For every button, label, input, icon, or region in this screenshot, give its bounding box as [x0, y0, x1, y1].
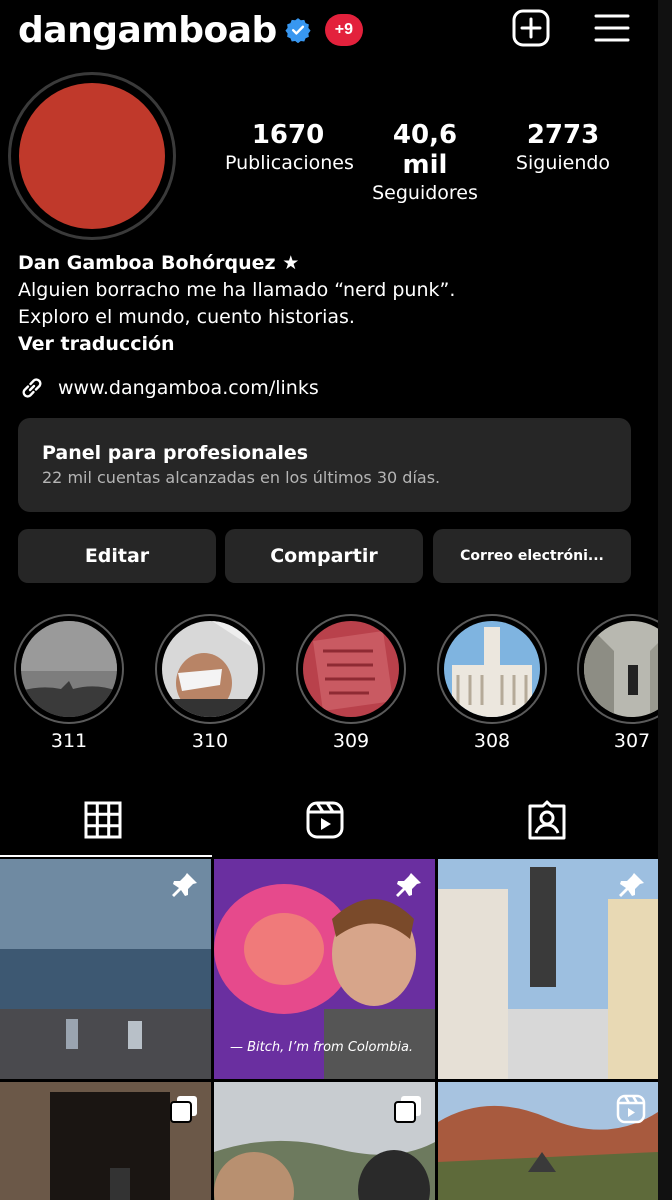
pin-icon [172, 873, 197, 897]
highlight-label: 310 [191, 730, 229, 752]
email-button[interactable]: Correo electróni... [433, 529, 631, 583]
following-count-value: 2773 [526, 120, 600, 150]
posts-count-label: Publicaciones [225, 152, 354, 174]
professional-dashboard-title: Panel para profesionales [42, 442, 309, 464]
posts-count-value: 1670 [251, 120, 325, 150]
reel-icon [616, 1094, 646, 1124]
highlight-thumbnail [162, 621, 258, 717]
profile-link-text: www.dangamboa.com/links [58, 377, 319, 399]
highlight-ring [296, 614, 406, 724]
highlight-thumbnail [444, 621, 540, 717]
following-count[interactable]: 2773 Siguiendo [508, 120, 618, 174]
story-highlight[interactable]: 309 [296, 614, 406, 752]
tagged-icon[interactable] [527, 800, 567, 840]
post-thumbnail[interactable] [0, 859, 211, 1079]
avatar[interactable] [8, 72, 176, 240]
edit-profile-button[interactable]: Editar [18, 529, 216, 583]
story-highlight[interactable]: 310 [155, 614, 265, 752]
post-thumbnail[interactable] [214, 1082, 435, 1200]
highlight-label: 308 [473, 730, 511, 752]
highlight-ring [577, 614, 658, 724]
followers-count[interactable]: 40,6 mil Seguidores [366, 120, 484, 204]
highlight-thumbnail [303, 621, 399, 717]
active-tab-indicator [0, 855, 212, 857]
story-highlight[interactable]: 308 [437, 614, 547, 752]
followers-count-value: 40,6 mil [392, 120, 458, 180]
display-name: Dan Gamboa Bohórquez ★ [18, 252, 300, 274]
post-caption: — Bitch, I’m from Colombia. [230, 1040, 414, 1055]
followers-count-label: Seguidores [372, 182, 478, 204]
bio-line-1: Alguien borracho me ha llamado “nerd pun… [18, 279, 456, 301]
profile-link[interactable]: www.dangamboa.com/links [18, 374, 319, 402]
following-count-label: Siguiendo [515, 152, 611, 174]
hamburger-menu-icon[interactable] [592, 8, 632, 48]
link-icon [22, 378, 42, 398]
highlight-thumbnail [21, 621, 117, 717]
highlight-ring [14, 614, 124, 724]
notification-badge[interactable]: +9 [324, 14, 363, 46]
grid-icon[interactable] [83, 800, 123, 840]
see-translation-link[interactable]: Ver traducción [18, 331, 638, 358]
highlight-label: 311 [50, 730, 88, 752]
highlight-ring [155, 614, 265, 724]
post-thumbnail[interactable] [0, 1082, 211, 1200]
verified-icon [285, 18, 311, 43]
story-highlight[interactable]: 307 [577, 614, 658, 752]
highlight-label: 307 [613, 730, 651, 752]
add-post-icon[interactable] [511, 8, 551, 48]
highlight-ring [437, 614, 547, 724]
share-profile-button[interactable]: Compartir [225, 529, 423, 583]
post-thumbnail[interactable]: — Bitch, I’m from Colombia. [214, 859, 435, 1079]
username-title[interactable]: dangamboab [18, 10, 277, 51]
pin-icon [619, 873, 644, 897]
post-thumbnail[interactable] [438, 1082, 658, 1200]
profile-header: dangamboab +9 [18, 8, 658, 52]
professional-dashboard-subtitle: 22 mil cuentas alcanzadas en los últimos… [42, 468, 441, 487]
story-highlight[interactable]: 311 [14, 614, 124, 752]
carousel-icon [170, 1096, 197, 1123]
reels-icon[interactable] [305, 800, 345, 840]
post-thumbnail[interactable] [438, 859, 658, 1079]
professional-dashboard[interactable]: Panel para profesionales 22 mil cuentas … [18, 418, 631, 512]
pin-icon [396, 873, 421, 897]
carousel-icon [394, 1096, 421, 1123]
highlight-label: 309 [332, 730, 370, 752]
highlight-thumbnail [584, 621, 658, 717]
profile-screen: dangamboab +9 1670 Publicaciones 40,6 mi… [0, 0, 658, 1200]
bio-line-2: Exploro el mundo, cuento historias. [18, 306, 355, 328]
posts-count[interactable]: 1670 Publicaciones [225, 120, 354, 174]
profile-bio: Dan Gamboa Bohórquez ★ Alguien borracho … [18, 250, 638, 358]
avatar-image [19, 83, 165, 229]
background-edge [658, 0, 672, 1200]
